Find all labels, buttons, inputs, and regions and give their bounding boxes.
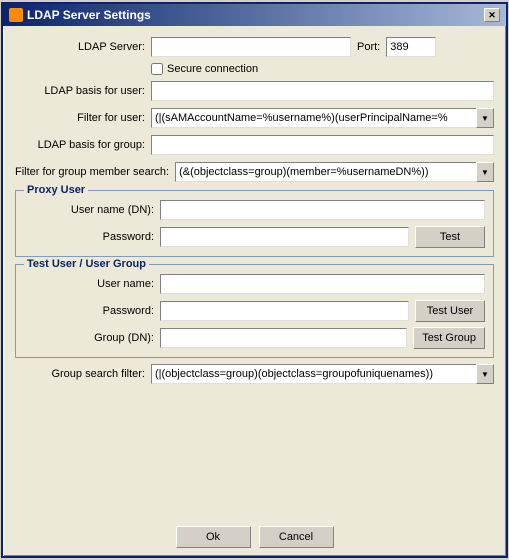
form-content: LDAP Server: Port: Secure connection LDA… — [3, 26, 506, 518]
title-bar: LDAP Server Settings ✕ — [3, 4, 506, 26]
filter-user-row: Filter for user: ▼ — [15, 107, 494, 129]
port-input[interactable] — [386, 37, 436, 57]
group-search-label: Group search filter: — [15, 368, 145, 380]
secure-connection-label: Secure connection — [167, 63, 258, 75]
filter-group-input[interactable] — [175, 162, 494, 182]
proxy-username-row: User name (DN): — [24, 199, 485, 221]
ldap-settings-window: LDAP Server Settings ✕ LDAP Server: Port… — [1, 2, 508, 558]
group-search-dropdown-arrow[interactable]: ▼ — [476, 364, 494, 384]
ok-button[interactable]: Ok — [176, 526, 251, 548]
test-user-button[interactable]: Test User — [415, 300, 485, 322]
test-group-row: Group (DN): Test Group — [24, 327, 485, 349]
test-group-input[interactable] — [160, 328, 407, 348]
test-user-title: Test User / User Group — [24, 258, 149, 270]
ldap-basis-user-row: LDAP basis for user: — [15, 80, 494, 102]
test-username-row: User name: — [24, 273, 485, 295]
group-search-input[interactable] — [151, 364, 494, 384]
ldap-server-label: LDAP Server: — [15, 41, 145, 53]
filter-group-label: Filter for group member search: — [15, 166, 169, 178]
filter-group-dropdown: ▼ — [175, 162, 494, 182]
proxy-user-section: Proxy User User name (DN): Password: Tes… — [15, 190, 494, 257]
test-password-input[interactable] — [160, 301, 409, 321]
filter-group-dropdown-arrow[interactable]: ▼ — [476, 162, 494, 182]
ldap-basis-group-row: LDAP basis for group: — [15, 134, 494, 156]
port-label: Port: — [357, 41, 380, 53]
title-bar-buttons: ✕ — [484, 8, 500, 22]
secure-connection-row: Secure connection — [15, 63, 494, 75]
filter-group-row: Filter for group member search: ▼ — [15, 161, 494, 183]
proxy-password-input[interactable] — [160, 227, 409, 247]
filter-user-dropdown: ▼ — [151, 108, 494, 128]
ldap-server-input[interactable] — [151, 37, 351, 57]
group-search-dropdown: ▼ — [151, 364, 494, 384]
test-username-label: User name: — [24, 278, 154, 290]
group-search-row: Group search filter: ▼ — [15, 363, 494, 385]
test-button[interactable]: Test — [415, 226, 485, 248]
filter-user-label: Filter for user: — [15, 112, 145, 124]
filter-user-dropdown-arrow[interactable]: ▼ — [476, 108, 494, 128]
test-user-content: User name: Password: Test User Group (DN… — [24, 273, 485, 349]
proxy-user-content: User name (DN): Password: Test — [24, 199, 485, 248]
window-icon — [9, 8, 23, 22]
test-password-label: Password: — [24, 305, 154, 317]
proxy-username-label: User name (DN): — [24, 204, 154, 216]
test-group-label: Group (DN): — [24, 332, 154, 344]
ldap-basis-user-label: LDAP basis for user: — [15, 85, 145, 97]
secure-connection-checkbox[interactable] — [151, 63, 163, 75]
proxy-password-label: Password: — [24, 231, 154, 243]
test-password-row: Password: Test User — [24, 300, 485, 322]
test-group-button[interactable]: Test Group — [413, 327, 485, 349]
bottom-bar: Ok Cancel — [3, 518, 506, 556]
proxy-user-title: Proxy User — [24, 184, 88, 196]
test-user-section: Test User / User Group User name: Passwo… — [15, 264, 494, 358]
window-title: LDAP Server Settings — [27, 8, 151, 22]
ldap-server-row: LDAP Server: Port: — [15, 36, 494, 58]
test-username-input[interactable] — [160, 274, 485, 294]
ldap-basis-group-label: LDAP basis for group: — [15, 139, 145, 151]
proxy-username-input[interactable] — [160, 200, 485, 220]
title-bar-text: LDAP Server Settings — [9, 8, 151, 22]
cancel-button[interactable]: Cancel — [259, 526, 334, 548]
proxy-password-row: Password: Test — [24, 226, 485, 248]
ldap-basis-group-input[interactable] — [151, 135, 494, 155]
close-button[interactable]: ✕ — [484, 8, 500, 22]
filter-user-input[interactable] — [151, 108, 494, 128]
ldap-basis-user-input[interactable] — [151, 81, 494, 101]
